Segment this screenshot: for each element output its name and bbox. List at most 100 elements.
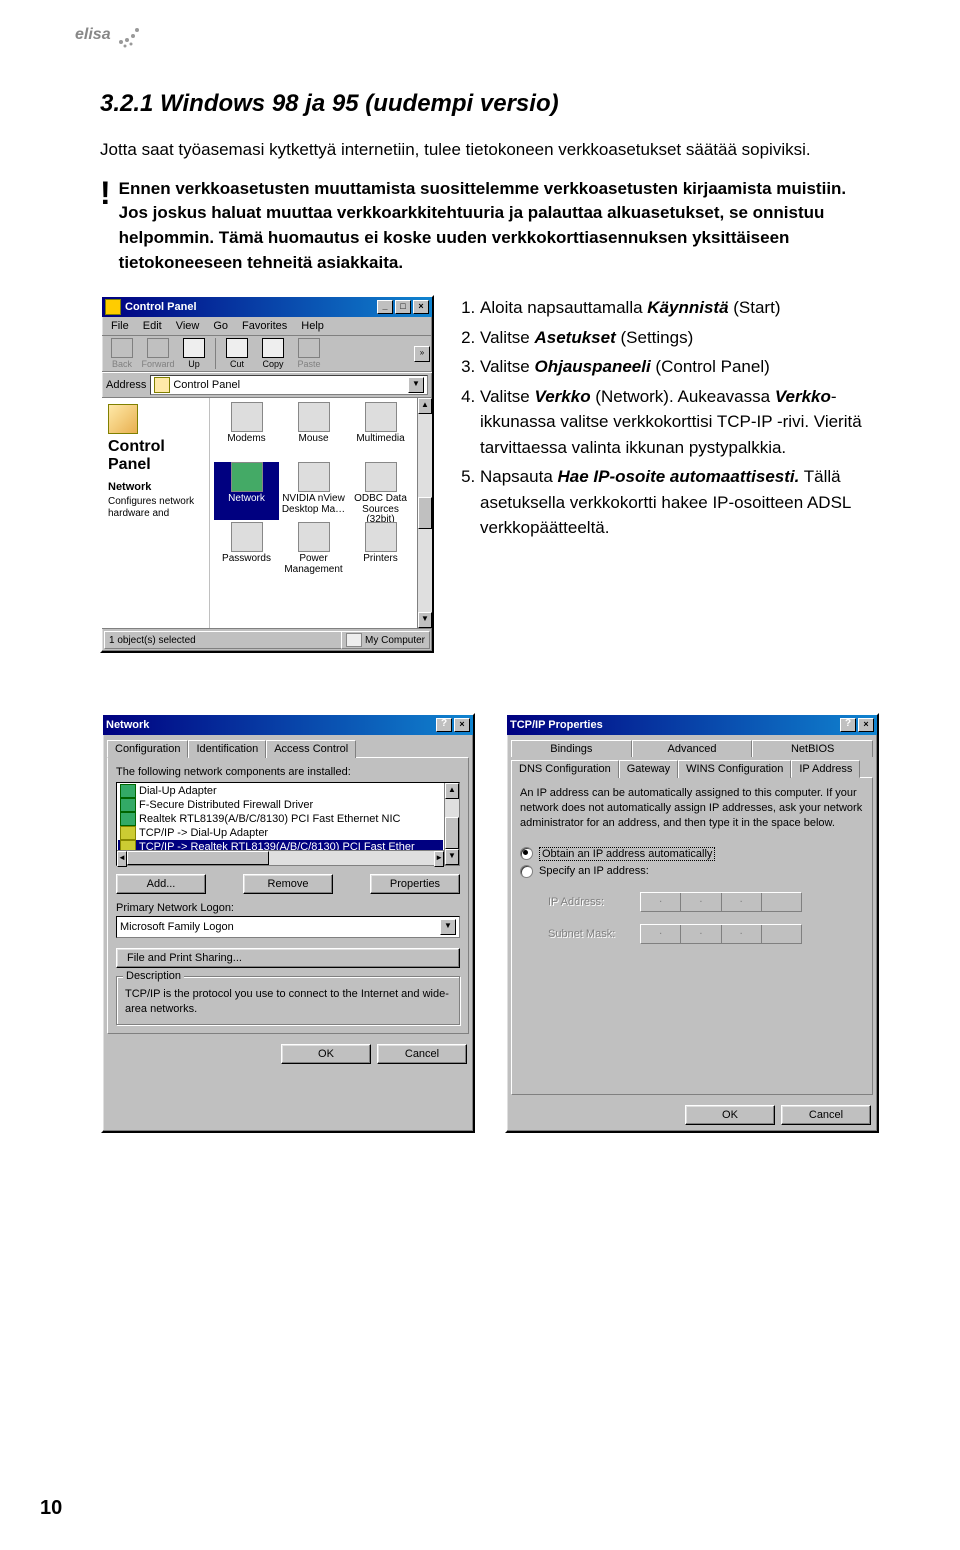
tab-panel: An IP address can be automatically assig… (511, 777, 873, 1095)
tab-netbios[interactable]: NetBIOS (752, 740, 873, 757)
logon-value: Microsoft Family Logon (120, 921, 234, 933)
scroll-right-icon[interactable]: ► (434, 851, 444, 867)
tab-advanced[interactable]: Advanced (632, 740, 753, 757)
cp-item-odbc[interactable]: ODBC Data Sources (32bit) (348, 462, 413, 520)
folder-icon (154, 377, 170, 393)
tab-wins[interactable]: WINS Configuration (678, 760, 791, 778)
cancel-button[interactable]: Cancel (377, 1044, 467, 1064)
control-panel-big-icon (108, 404, 138, 434)
scrollbar-vertical[interactable]: ▲ ▼ (444, 783, 459, 865)
step-3: Valitse Ohjauspaneeli (Control Panel) (480, 354, 880, 380)
instruction-list: Aloita napsauttamalla Käynnistä (Start) … (452, 295, 880, 545)
brand-logo-icon (115, 20, 145, 50)
scroll-down-icon[interactable]: ▼ (418, 612, 432, 628)
list-item[interactable]: TCP/IP -> Dial-Up Adapter (118, 826, 443, 840)
list-item-selected[interactable]: TCP/IP -> Realtek RTL8139(A/B/C/8130) PC… (118, 840, 443, 850)
remove-button[interactable]: Remove (243, 874, 333, 894)
window-title: Network (106, 719, 149, 731)
components-listbox[interactable]: Dial-Up Adapter F-Secure Distributed Fir… (116, 782, 460, 866)
radio-icon[interactable] (520, 865, 533, 878)
minimize-button[interactable]: _ (377, 300, 393, 314)
cp-item-network[interactable]: Network (214, 462, 279, 520)
add-button[interactable]: Add... (116, 874, 206, 894)
chevron-down-icon[interactable]: ▼ (440, 919, 456, 935)
scroll-up-icon[interactable]: ▲ (418, 398, 432, 414)
chevron-down-icon[interactable]: ▼ (408, 377, 424, 393)
properties-button[interactable]: Properties (370, 874, 460, 894)
tab-bindings[interactable]: Bindings (511, 740, 632, 757)
control-panel-icon (105, 299, 121, 315)
cp-item-printers[interactable]: Printers (348, 522, 413, 580)
window-title: Control Panel (125, 301, 197, 313)
help-button[interactable]: ? (840, 718, 856, 732)
cut-button[interactable]: Cut (219, 338, 255, 369)
menu-help[interactable]: Help (294, 318, 331, 334)
radio-specify[interactable]: Specify an IP address: (520, 865, 864, 878)
menu-file[interactable]: File (104, 318, 136, 334)
list-item[interactable]: Realtek RTL8139(A/B/C/8130) PCI Fast Eth… (118, 812, 443, 826)
ip-address-label: IP Address: (548, 896, 628, 908)
scroll-down-icon[interactable]: ▼ (445, 849, 459, 865)
close-button[interactable]: × (413, 300, 429, 314)
address-combo[interactable]: Control Panel ▼ (150, 375, 428, 395)
tab-gateway[interactable]: Gateway (619, 760, 678, 778)
tab-configuration[interactable]: Configuration (107, 740, 188, 758)
file-print-sharing-button[interactable]: File and Print Sharing... (116, 948, 460, 968)
back-button[interactable]: Back (104, 338, 140, 369)
copy-button[interactable]: Copy (255, 338, 291, 369)
ip-address-field: ... (640, 892, 802, 912)
toolbar-more-icon[interactable]: » (414, 346, 430, 362)
warning-text: Ennen verkkoasetusten muuttamista suosit… (119, 177, 880, 276)
ok-button[interactable]: OK (685, 1105, 775, 1125)
cancel-button[interactable]: Cancel (781, 1105, 871, 1125)
scroll-thumb[interactable] (127, 851, 269, 865)
cp-item-passwords[interactable]: Passwords (214, 522, 279, 580)
tab-strip-row2: DNS Configuration Gateway WINS Configura… (507, 755, 877, 777)
titlebar[interactable]: Control Panel _ □ × (102, 297, 432, 317)
cp-item-mouse[interactable]: Mouse (281, 402, 346, 460)
intro-paragraph: Jotta saat työasemasi kytkettyä internet… (100, 138, 880, 163)
cp-item-multimedia[interactable]: Multimedia (348, 402, 413, 460)
scroll-left-icon[interactable]: ◄ (117, 851, 127, 867)
components-label: The following network components are ins… (116, 766, 460, 778)
address-value: Control Panel (173, 379, 240, 391)
tab-dns[interactable]: DNS Configuration (511, 760, 619, 778)
cp-item-nvidia[interactable]: NVIDIA nView Desktop Ma… (281, 462, 346, 520)
menu-favorites[interactable]: Favorites (235, 318, 294, 334)
menu-edit[interactable]: Edit (136, 318, 169, 334)
section-heading: 3.2.1 Windows 98 ja 95 (uudempi versio) (100, 90, 880, 118)
step-5: Napsauta Hae IP-osoite automaattisesti. … (480, 464, 880, 541)
tab-identification[interactable]: Identification (188, 740, 266, 758)
help-button[interactable]: ? (436, 718, 452, 732)
list-item[interactable]: F-Secure Distributed Firewall Driver (118, 798, 443, 812)
list-item[interactable]: Dial-Up Adapter (118, 784, 443, 798)
brand-logo-text: elisa (75, 26, 111, 43)
radio-icon[interactable] (520, 847, 533, 860)
paste-button[interactable]: Paste (291, 338, 327, 369)
scroll-thumb[interactable] (418, 497, 432, 529)
subnet-mask-field: ... (640, 924, 802, 944)
menu-go[interactable]: Go (206, 318, 235, 334)
close-button[interactable]: × (454, 718, 470, 732)
scroll-thumb[interactable] (445, 817, 459, 849)
scroll-up-icon[interactable]: ▲ (445, 783, 459, 799)
tab-ip-address[interactable]: IP Address (791, 760, 860, 778)
menu-view[interactable]: View (169, 318, 207, 334)
titlebar[interactable]: Network ? × (103, 715, 473, 735)
warning-block: ! Ennen verkkoasetusten muuttamista suos… (100, 177, 880, 276)
scrollbar-horizontal[interactable]: ◄ ► (117, 850, 444, 865)
logon-select[interactable]: Microsoft Family Logon ▼ (116, 916, 460, 938)
forward-button[interactable]: Forward (140, 338, 176, 369)
radio-obtain-auto[interactable]: Obtain an IP address automatically (520, 847, 864, 861)
titlebar[interactable]: TCP/IP Properties ? × (507, 715, 877, 735)
cp-item-modems[interactable]: Modems (214, 402, 279, 460)
tab-access-control[interactable]: Access Control (266, 740, 356, 758)
maximize-button[interactable]: □ (395, 300, 411, 314)
step-2: Valitse Asetukset (Settings) (480, 325, 880, 351)
close-button[interactable]: × (858, 718, 874, 732)
up-button[interactable]: Up (176, 338, 212, 369)
cp-item-power[interactable]: Power Management (281, 522, 346, 580)
scrollbar-vertical[interactable]: ▲ ▼ (417, 398, 432, 628)
subnet-mask-label: Subnet Mask: (548, 928, 628, 940)
ok-button[interactable]: OK (281, 1044, 371, 1064)
